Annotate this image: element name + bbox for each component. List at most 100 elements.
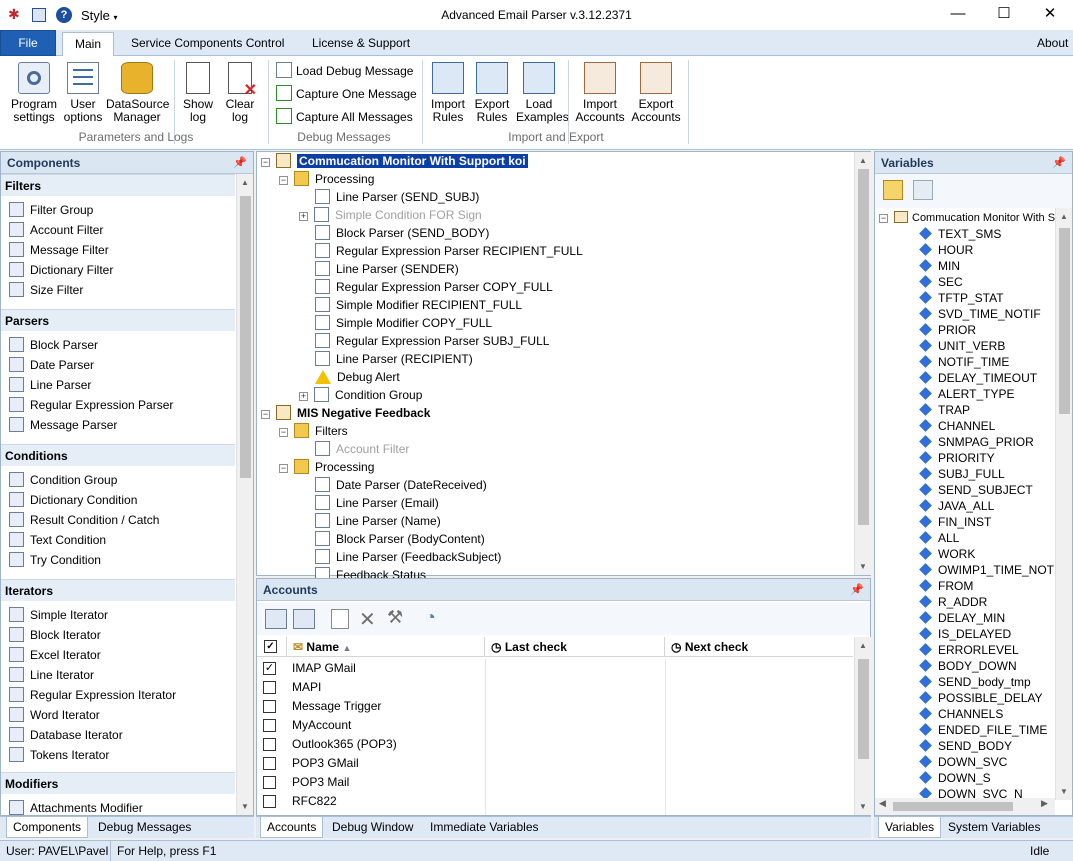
table-row[interactable]: POP3 Mail <box>257 773 853 792</box>
scroll-thumb[interactable] <box>858 169 869 525</box>
variable-item[interactable]: DELAY_MIN <box>919 610 1005 626</box>
variable-item[interactable]: BODY_DOWN <box>919 658 1017 674</box>
variables-hscrollbar[interactable]: ◀ ▶ <box>875 798 1055 815</box>
variable-item[interactable]: POSSIBLE_DELAY <box>919 690 1043 706</box>
variable-item[interactable]: R_ADDR <box>919 594 987 610</box>
last-check-column-header[interactable]: ◷ Last check <box>485 637 665 657</box>
scroll-thumb[interactable] <box>893 802 1013 811</box>
scroll-left-icon[interactable]: ◀ <box>879 798 886 809</box>
component-item[interactable]: Account Filter <box>9 220 103 240</box>
delete-variable-icon[interactable] <box>913 180 933 200</box>
variable-item[interactable]: OWIMP1_TIME_NOTIF <box>919 562 1055 578</box>
component-item[interactable]: Message Parser <box>9 415 117 435</box>
variable-item[interactable]: UNIT_VERB <box>919 338 1005 354</box>
variables-root[interactable]: − Commucation Monitor With S <box>879 210 1055 226</box>
account-checkbox[interactable] <box>263 719 276 732</box>
component-node[interactable]: + Condition Group <box>299 386 422 404</box>
account-checkbox[interactable] <box>263 757 276 770</box>
table-row[interactable]: Message Trigger <box>257 697 853 716</box>
variable-item[interactable]: DELAY_TIMEOUT <box>919 370 1037 386</box>
component-node[interactable]: Debug Alert <box>315 368 400 386</box>
table-row[interactable]: MAPI <box>257 678 853 697</box>
component-item[interactable]: Line Iterator <box>9 665 94 685</box>
variable-item[interactable]: TRAP <box>919 402 970 418</box>
tab-debug-window[interactable]: Debug Window <box>326 817 419 838</box>
capture-one-message-button[interactable]: Capture One Message <box>276 84 417 104</box>
variable-item[interactable]: ENDED_FILE_TIME <box>919 722 1047 738</box>
component-item[interactable]: Excel Iterator <box>9 645 101 665</box>
load-examples-button[interactable]: Load Examples <box>516 62 569 124</box>
table-row[interactable]: MyAccount <box>257 716 853 735</box>
section-filters[interactable]: Filters <box>1 174 235 196</box>
scroll-thumb[interactable] <box>858 659 869 759</box>
component-node[interactable]: Line Parser (RECIPIENT) <box>315 350 473 368</box>
variable-item[interactable]: DOWN_SVC <box>919 754 1007 770</box>
variable-item[interactable]: SEC <box>919 274 963 290</box>
name-column-header[interactable]: ✉ Name ▲ <box>287 637 485 657</box>
variables-scrollbar[interactable]: ▲ ▼ <box>1055 208 1072 800</box>
account-checkbox[interactable] <box>263 776 276 789</box>
variable-item[interactable]: SVD_TIME_NOTIF <box>919 306 1041 322</box>
component-item[interactable]: Dictionary Filter <box>9 260 113 280</box>
tab-system-variables[interactable]: System Variables <box>942 817 1046 838</box>
table-row[interactable]: ✓ IMAP GMail <box>257 659 853 678</box>
component-item[interactable]: Line Parser <box>9 375 91 395</box>
scroll-up-icon[interactable]: ▲ <box>237 174 253 191</box>
component-item[interactable]: Attachments Modifier <box>9 798 143 818</box>
component-node[interactable]: Line Parser (Email) <box>315 494 439 512</box>
datasource-manager-button[interactable]: DataSource Manager <box>106 62 169 124</box>
variable-item[interactable]: DOWN_S <box>919 770 991 786</box>
help-icon[interactable]: ? <box>56 7 72 23</box>
variable-item[interactable]: JAVA_ALL <box>919 498 994 514</box>
component-item[interactable]: Text Condition <box>9 530 106 550</box>
component-item[interactable]: Filter Group <box>9 200 93 220</box>
tab-main[interactable]: Main <box>62 32 114 57</box>
check-account-icon[interactable] <box>265 609 287 629</box>
save-icon[interactable] <box>32 8 46 22</box>
collapse-icon[interactable]: − <box>261 410 270 419</box>
component-node[interactable]: Line Parser (SENDER) <box>315 260 459 278</box>
variable-item[interactable]: CHANNELS <box>919 706 1003 722</box>
component-node[interactable]: Block Parser (SEND_BODY) <box>315 224 489 242</box>
component-node[interactable]: Line Parser (Name) <box>315 512 441 530</box>
collapse-icon[interactable]: − <box>879 214 888 223</box>
expand-icon[interactable]: + <box>299 392 308 401</box>
component-node[interactable]: Block Parser (BodyContent) <box>315 530 485 548</box>
maximize-button[interactable]: ☐ <box>981 0 1027 30</box>
component-item[interactable]: Try Condition <box>9 550 101 570</box>
component-item[interactable]: Word Iterator <box>9 705 100 725</box>
tab-about[interactable]: About <box>1029 32 1073 56</box>
component-node[interactable]: + Simple Condition FOR Sign <box>299 206 482 224</box>
section-conditions[interactable]: Conditions <box>1 444 235 466</box>
component-node[interactable]: Simple Modifier COPY_FULL <box>315 314 492 332</box>
component-node[interactable]: Regular Expression Parser COPY_FULL <box>315 278 553 296</box>
scroll-up-icon[interactable]: ▲ <box>855 637 871 654</box>
variable-item[interactable]: ALERT_TYPE <box>919 386 1014 402</box>
variable-item[interactable]: HOUR <box>919 242 973 258</box>
component-item[interactable]: Block Iterator <box>9 625 101 645</box>
components-scrollbar[interactable]: ▲ ▼ <box>236 174 253 815</box>
close-button[interactable]: ✕ <box>1027 0 1073 30</box>
component-node[interactable]: Line Parser (FeedbackSubject) <box>315 548 501 566</box>
variable-item[interactable]: SEND_BODY <box>919 738 1012 754</box>
variable-item[interactable]: CHANNEL <box>919 418 995 434</box>
pin-icon[interactable]: 📌 <box>850 579 864 601</box>
component-node[interactable]: Date Parser (DateReceived) <box>315 476 487 494</box>
component-item[interactable]: Tokens Iterator <box>9 745 109 765</box>
account-checkbox[interactable] <box>263 700 276 713</box>
variable-item[interactable]: SUBJ_FULL <box>919 466 1005 482</box>
section-iterators[interactable]: Iterators <box>1 579 235 601</box>
variable-item[interactable]: SNMPAG_PRIOR <box>919 434 1034 450</box>
component-item[interactable]: Message Filter <box>9 240 109 260</box>
account-checkbox[interactable] <box>263 795 276 808</box>
next-check-column-header[interactable]: ◷ Next check <box>665 637 853 657</box>
export-accounts-button[interactable]: Export Accounts <box>630 62 682 124</box>
tab-components[interactable]: Components <box>6 817 89 838</box>
tree-scrollbar[interactable]: ▲ ▼ <box>854 152 871 575</box>
component-item[interactable]: Date Parser <box>9 355 94 375</box>
select-all-column[interactable]: ✓ <box>257 637 287 657</box>
capture-all-messages-button[interactable]: Capture All Messages <box>276 107 413 127</box>
filters-node[interactable]: − Filters <box>279 422 348 440</box>
scroll-right-icon[interactable]: ▶ <box>1041 798 1048 809</box>
collapse-icon[interactable]: − <box>279 176 288 185</box>
